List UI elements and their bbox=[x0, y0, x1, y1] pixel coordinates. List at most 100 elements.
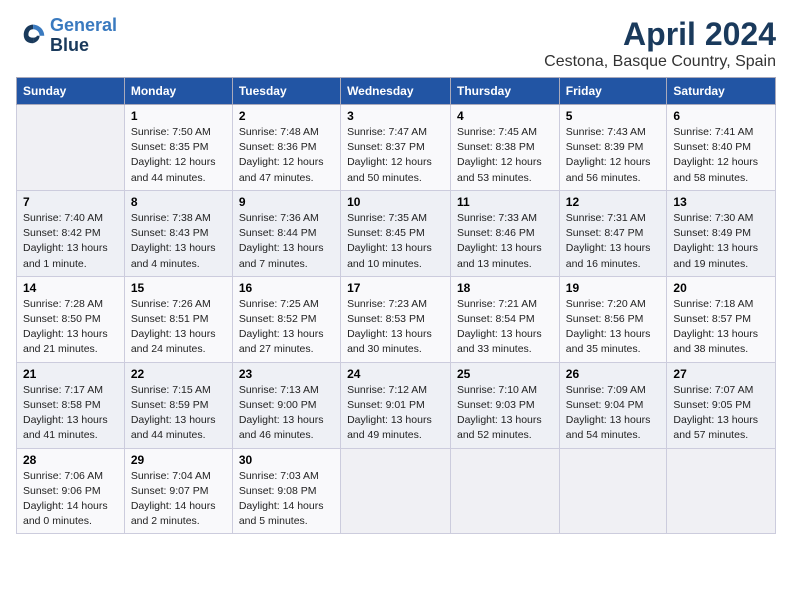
cell-info: Sunrise: 7:35 AMSunset: 8:45 PMDaylight:… bbox=[347, 211, 444, 272]
calendar-cell: 15 Sunrise: 7:26 AMSunset: 8:51 PMDayligh… bbox=[124, 276, 232, 362]
calendar-cell: 12Sunrise: 7:31 AMSunset: 8:47 PMDayligh… bbox=[559, 190, 667, 276]
day-number: 1 bbox=[131, 109, 226, 123]
days-of-week-row: SundayMondayTuesdayWednesdayThursdayFrid… bbox=[17, 78, 776, 105]
cell-info: Sunrise: 7:10 AMSunset: 9:03 PMDaylight:… bbox=[457, 383, 553, 444]
day-number: 18 bbox=[457, 281, 553, 295]
cell-info: Sunrise: 7:33 AMSunset: 8:46 PMDaylight:… bbox=[457, 211, 553, 272]
cell-info: Sunrise: 7:43 AMSunset: 8:39 PMDaylight:… bbox=[566, 125, 661, 186]
cell-info: Sunrise: 7:20 AMSunset: 8:56 PMDaylight:… bbox=[566, 297, 661, 358]
cell-info: Sunrise: 7:12 AMSunset: 9:01 PMDaylight:… bbox=[347, 383, 444, 444]
day-number: 14 bbox=[23, 281, 118, 295]
calendar-cell: 17Sunrise: 7:23 AMSunset: 8:53 PMDayligh… bbox=[341, 276, 451, 362]
cell-info: Sunrise: 7:30 AMSunset: 8:49 PMDaylight:… bbox=[673, 211, 769, 272]
dow-header: Friday bbox=[559, 78, 667, 105]
calendar-cell bbox=[559, 448, 667, 534]
day-number: 28 bbox=[23, 453, 118, 467]
dow-header: Sunday bbox=[17, 78, 125, 105]
dow-header: Saturday bbox=[667, 78, 776, 105]
day-number: 19 bbox=[566, 281, 661, 295]
day-number: 25 bbox=[457, 367, 553, 381]
cell-info: Sunrise: 7:25 AMSunset: 8:52 PMDaylight:… bbox=[239, 297, 334, 358]
dow-header: Wednesday bbox=[341, 78, 451, 105]
calendar-week-row: 28 Sunrise: 7:06 AMSunset: 9:06 PMDayligh… bbox=[17, 448, 776, 534]
cell-info: Sunrise: 7:21 AMSunset: 8:54 PMDaylight:… bbox=[457, 297, 553, 358]
cell-info: Sunrise: 7:09 AMSunset: 9:04 PMDaylight:… bbox=[566, 383, 661, 444]
calendar-cell: 10 Sunrise: 7:35 AMSunset: 8:45 PMDayligh… bbox=[341, 190, 451, 276]
day-number: 16 bbox=[239, 281, 334, 295]
calendar-cell: 4Sunrise: 7:45 AMSunset: 8:38 PMDaylight… bbox=[451, 105, 560, 191]
dow-header: Monday bbox=[124, 78, 232, 105]
calendar-cell: 26 Sunrise: 7:09 AMSunset: 9:04 PMDayligh… bbox=[559, 362, 667, 448]
day-number: 21 bbox=[23, 367, 118, 381]
cell-info: Sunrise: 7:26 AMSunset: 8:51 PMDaylight:… bbox=[131, 297, 226, 358]
day-number: 29 bbox=[131, 453, 226, 467]
cell-info: Sunrise: 7:28 AMSunset: 8:50 PMDaylight:… bbox=[23, 297, 118, 358]
day-number: 15 bbox=[131, 281, 226, 295]
calendar-cell: 29 Sunrise: 7:04 AMSunset: 9:07 PMDayligh… bbox=[124, 448, 232, 534]
calendar-week-row: 14 Sunrise: 7:28 AMSunset: 8:50 PMDayligh… bbox=[17, 276, 776, 362]
logo: GeneralBlue bbox=[16, 16, 117, 56]
calendar-cell: 18 Sunrise: 7:21 AMSunset: 8:54 PMDayligh… bbox=[451, 276, 560, 362]
calendar-cell: 16 Sunrise: 7:25 AMSunset: 8:52 PMDayligh… bbox=[232, 276, 340, 362]
cell-info: Sunrise: 7:31 AMSunset: 8:47 PMDaylight:… bbox=[566, 211, 661, 272]
cell-info: Sunrise: 7:23 AMSunset: 8:53 PMDaylight:… bbox=[347, 297, 444, 358]
day-number: 30 bbox=[239, 453, 334, 467]
calendar-body: 1Sunrise: 7:50 AMSunset: 8:35 PMDaylight… bbox=[17, 105, 776, 534]
calendar-cell bbox=[451, 448, 560, 534]
calendar-cell: 19 Sunrise: 7:20 AMSunset: 8:56 PMDayligh… bbox=[559, 276, 667, 362]
day-number: 20 bbox=[673, 281, 769, 295]
day-number: 27 bbox=[673, 367, 769, 381]
calendar-cell: 5 Sunrise: 7:43 AMSunset: 8:39 PMDaylight… bbox=[559, 105, 667, 191]
calendar-cell: 28 Sunrise: 7:06 AMSunset: 9:06 PMDayligh… bbox=[17, 448, 125, 534]
day-number: 5 bbox=[566, 109, 661, 123]
cell-info: Sunrise: 7:17 AMSunset: 8:58 PMDaylight:… bbox=[23, 383, 118, 444]
page-header: GeneralBlue April 2024 Cestona, Basque C… bbox=[16, 16, 776, 71]
calendar-cell bbox=[341, 448, 451, 534]
calendar-week-row: 1Sunrise: 7:50 AMSunset: 8:35 PMDaylight… bbox=[17, 105, 776, 191]
day-number: 23 bbox=[239, 367, 334, 381]
cell-info: Sunrise: 7:48 AMSunset: 8:36 PMDaylight:… bbox=[239, 125, 334, 186]
calendar-cell: 13 Sunrise: 7:30 AMSunset: 8:49 PMDayligh… bbox=[667, 190, 776, 276]
day-number: 26 bbox=[566, 367, 661, 381]
cell-info: Sunrise: 7:36 AMSunset: 8:44 PMDaylight:… bbox=[239, 211, 334, 272]
cell-info: Sunrise: 7:13 AMSunset: 9:00 PMDaylight:… bbox=[239, 383, 334, 444]
day-number: 24 bbox=[347, 367, 444, 381]
calendar-cell: 30 Sunrise: 7:03 AMSunset: 9:08 PMDayligh… bbox=[232, 448, 340, 534]
cell-info: Sunrise: 7:41 AMSunset: 8:40 PMDaylight:… bbox=[673, 125, 769, 186]
calendar-cell: 21 Sunrise: 7:17 AMSunset: 8:58 PMDayligh… bbox=[17, 362, 125, 448]
cell-info: Sunrise: 7:06 AMSunset: 9:06 PMDaylight:… bbox=[23, 469, 118, 530]
cell-info: Sunrise: 7:18 AMSunset: 8:57 PMDaylight:… bbox=[673, 297, 769, 358]
day-number: 13 bbox=[673, 195, 769, 209]
dow-header: Tuesday bbox=[232, 78, 340, 105]
logo-icon bbox=[20, 19, 48, 47]
calendar-week-row: 7Sunrise: 7:40 AMSunset: 8:42 PMDaylight… bbox=[17, 190, 776, 276]
calendar-cell bbox=[667, 448, 776, 534]
cell-info: Sunrise: 7:03 AMSunset: 9:08 PMDaylight:… bbox=[239, 469, 334, 530]
cell-info: Sunrise: 7:45 AMSunset: 8:38 PMDaylight:… bbox=[457, 125, 553, 186]
calendar-cell: 6 Sunrise: 7:41 AMSunset: 8:40 PMDaylight… bbox=[667, 105, 776, 191]
calendar-cell: 20 Sunrise: 7:18 AMSunset: 8:57 PMDayligh… bbox=[667, 276, 776, 362]
day-number: 2 bbox=[239, 109, 334, 123]
subtitle: Cestona, Basque Country, Spain bbox=[544, 53, 776, 71]
calendar-cell: 9Sunrise: 7:36 AMSunset: 8:44 PMDaylight… bbox=[232, 190, 340, 276]
cell-info: Sunrise: 7:38 AMSunset: 8:43 PMDaylight:… bbox=[131, 211, 226, 272]
day-number: 11 bbox=[457, 195, 553, 209]
title-block: April 2024 Cestona, Basque Country, Spai… bbox=[544, 16, 776, 71]
cell-info: Sunrise: 7:07 AMSunset: 9:05 PMDaylight:… bbox=[673, 383, 769, 444]
cell-info: Sunrise: 7:40 AMSunset: 8:42 PMDaylight:… bbox=[23, 211, 118, 272]
cell-info: Sunrise: 7:04 AMSunset: 9:07 PMDaylight:… bbox=[131, 469, 226, 530]
day-number: 3 bbox=[347, 109, 444, 123]
calendar-cell: 1Sunrise: 7:50 AMSunset: 8:35 PMDaylight… bbox=[124, 105, 232, 191]
calendar-cell: 27 Sunrise: 7:07 AMSunset: 9:05 PMDayligh… bbox=[667, 362, 776, 448]
day-number: 6 bbox=[673, 109, 769, 123]
day-number: 10 bbox=[347, 195, 444, 209]
calendar-cell: 24 Sunrise: 7:12 AMSunset: 9:01 PMDayligh… bbox=[341, 362, 451, 448]
main-title: April 2024 bbox=[544, 16, 776, 53]
day-number: 22 bbox=[131, 367, 226, 381]
calendar-cell: 3Sunrise: 7:47 AMSunset: 8:37 PMDaylight… bbox=[341, 105, 451, 191]
calendar-cell: 8 Sunrise: 7:38 AMSunset: 8:43 PMDaylight… bbox=[124, 190, 232, 276]
calendar-cell: 7Sunrise: 7:40 AMSunset: 8:42 PMDaylight… bbox=[17, 190, 125, 276]
day-number: 8 bbox=[131, 195, 226, 209]
dow-header: Thursday bbox=[451, 78, 560, 105]
calendar-cell: 11 Sunrise: 7:33 AMSunset: 8:46 PMDayligh… bbox=[451, 190, 560, 276]
